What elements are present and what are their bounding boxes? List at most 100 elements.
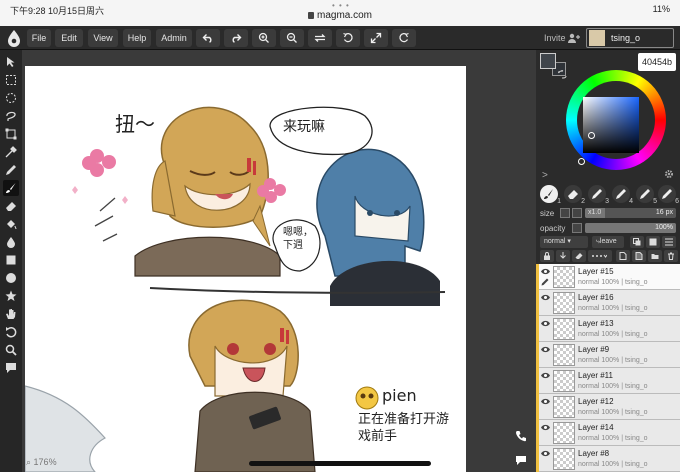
size-pressure-toggle[interactable]	[572, 208, 582, 218]
saturation-value-square[interactable]	[583, 97, 639, 153]
layer-row[interactable]: Layer #8 normal 100% | tsing_o	[536, 446, 680, 472]
home-indicator[interactable]	[249, 461, 431, 466]
tool-rect-select[interactable]	[3, 72, 19, 88]
multitask-dots[interactable]: • • •	[332, 1, 350, 10]
layer-row[interactable]: Layer #15 normal 100% | tsing_o	[536, 264, 680, 290]
zoom-level[interactable]: ⌕ 176%	[26, 457, 57, 468]
brush-slot-2[interactable]: 2	[564, 185, 585, 205]
menu-file[interactable]: File	[27, 29, 51, 47]
clip-mode-button[interactable]: ⤷leave	[592, 236, 624, 248]
tool-rotate-view[interactable]	[3, 324, 19, 340]
flip-button[interactable]	[308, 29, 332, 47]
rotate-ccw-button[interactable]	[336, 29, 360, 47]
eye-icon[interactable]	[541, 294, 550, 301]
hex-color-value[interactable]: 40454b	[638, 53, 676, 71]
user-badge[interactable]: tsing_o	[586, 28, 674, 48]
layer-thumbnail	[553, 370, 575, 392]
primary-color-swatch[interactable]	[540, 53, 556, 69]
add-user-icon[interactable]	[568, 33, 580, 43]
tool-move[interactable]	[3, 54, 19, 70]
tool-eyedropper[interactable]	[3, 144, 19, 160]
chat-icon[interactable]	[515, 454, 527, 466]
layer-action-2[interactable]	[632, 250, 646, 262]
tool-comment[interactable]	[3, 360, 19, 376]
menu-admin[interactable]: Admin	[156, 29, 192, 47]
menu-edit[interactable]: Edit	[55, 29, 83, 47]
layer-row[interactable]: Layer #14 normal 100% | tsing_o	[536, 420, 680, 446]
blend-mode-select[interactable]: normal ▾	[540, 236, 588, 248]
chevron-right-icon[interactable]: >	[542, 170, 548, 181]
new-layer-button[interactable]	[646, 236, 660, 248]
tool-shape[interactable]	[3, 288, 19, 304]
layer-row[interactable]: Layer #13 normal 100% | tsing_o	[536, 316, 680, 342]
layer-action-3[interactable]	[648, 250, 662, 262]
layer-thumbnail	[553, 422, 575, 444]
redo-icon	[232, 34, 242, 43]
layer-meta: normal 100% | tsing_o	[578, 383, 648, 390]
tool-transform[interactable]	[3, 126, 19, 142]
layer-row[interactable]: Layer #11 normal 100% | tsing_o	[536, 368, 680, 394]
magma-logo-icon[interactable]	[6, 29, 22, 47]
eye-icon[interactable]	[541, 372, 550, 379]
delete-layer-button[interactable]	[664, 250, 678, 262]
lock-layer-button[interactable]	[540, 250, 554, 262]
drawing-canvas[interactable]: 扭～ 来玩嘛 嗯嗯，下週 pien 正在准备打开游戏前手	[25, 66, 466, 472]
layer-row[interactable]: Layer #9 normal 100% | tsing_o	[536, 342, 680, 368]
size-slider[interactable]: x1.0 16 px	[585, 208, 676, 218]
layer-options-button[interactable]	[662, 236, 676, 248]
rotate-cw-button[interactable]	[392, 29, 416, 47]
flip-icon	[314, 34, 326, 42]
sv-cursor[interactable]	[588, 132, 595, 139]
merge-down-button[interactable]	[556, 250, 570, 262]
swap-colors-icon[interactable]	[558, 70, 567, 79]
layer-action-1[interactable]	[616, 250, 630, 262]
menu-view[interactable]: View	[88, 29, 118, 47]
tool-ellipse[interactable]	[3, 270, 19, 286]
tool-blur[interactable]	[3, 234, 19, 250]
layer-row[interactable]: Layer #12 normal 100% | tsing_o	[536, 394, 680, 420]
eye-icon[interactable]	[541, 424, 550, 431]
canvas-workspace[interactable]: 扭～ 来玩嘛 嗯嗯，下週 pien 正在准备打开游戏前手 ⌕ 176%	[22, 50, 536, 472]
tool-rectangle[interactable]	[3, 252, 19, 268]
brush-slot-5[interactable]: 5	[636, 185, 657, 205]
brush-slot-1[interactable]: 1	[540, 185, 561, 205]
undo-button[interactable]	[196, 29, 220, 47]
redo-button[interactable]	[224, 29, 248, 47]
tool-pencil[interactable]	[3, 162, 19, 178]
more-actions-button[interactable]	[588, 250, 612, 262]
tool-lasso[interactable]	[3, 108, 19, 124]
layer-list[interactable]: Layer #15 normal 100% | tsing_o Layer #1…	[536, 264, 680, 472]
tool-hand[interactable]	[3, 306, 19, 322]
menu-help[interactable]: Help	[123, 29, 151, 47]
duplicate-layer-button[interactable]	[630, 236, 644, 248]
invite-label[interactable]: Invite	[544, 33, 566, 43]
brush-slot-6[interactable]: 6	[658, 185, 679, 205]
layer-thumbnail	[553, 318, 575, 340]
brush-slot-number: 1	[557, 198, 561, 205]
tool-zoom[interactable]	[3, 342, 19, 358]
zoom-out-button[interactable]	[280, 29, 304, 47]
phone-icon[interactable]	[515, 430, 527, 442]
opacity-pressure-toggle[interactable]	[572, 223, 582, 233]
hue-cursor[interactable]	[578, 158, 585, 165]
layer-name: Layer #8	[578, 449, 610, 458]
eye-icon[interactable]	[541, 268, 550, 275]
eye-icon[interactable]	[541, 320, 550, 327]
layer-row[interactable]: Layer #16 normal 100% | tsing_o	[536, 290, 680, 316]
size-lock-toggle[interactable]	[560, 208, 570, 218]
tool-brush[interactable]	[3, 180, 19, 196]
tool-ellipse-select[interactable]	[3, 90, 19, 106]
eye-icon[interactable]	[541, 398, 550, 405]
brush-slot-4[interactable]: 4	[612, 185, 633, 205]
gear-icon[interactable]	[664, 169, 674, 179]
tool-eraser[interactable]	[3, 198, 19, 214]
eye-icon[interactable]	[541, 450, 550, 457]
eye-icon[interactable]	[541, 346, 550, 353]
brush-slot-3[interactable]: 3	[588, 185, 609, 205]
clear-layer-button[interactable]	[572, 250, 586, 262]
fullscreen-button[interactable]	[364, 29, 388, 47]
tool-fill[interactable]	[3, 216, 19, 232]
opacity-slider[interactable]: 100%	[585, 223, 676, 233]
zoom-in-button[interactable]	[252, 29, 276, 47]
address-bar[interactable]: magma.com	[0, 10, 680, 21]
